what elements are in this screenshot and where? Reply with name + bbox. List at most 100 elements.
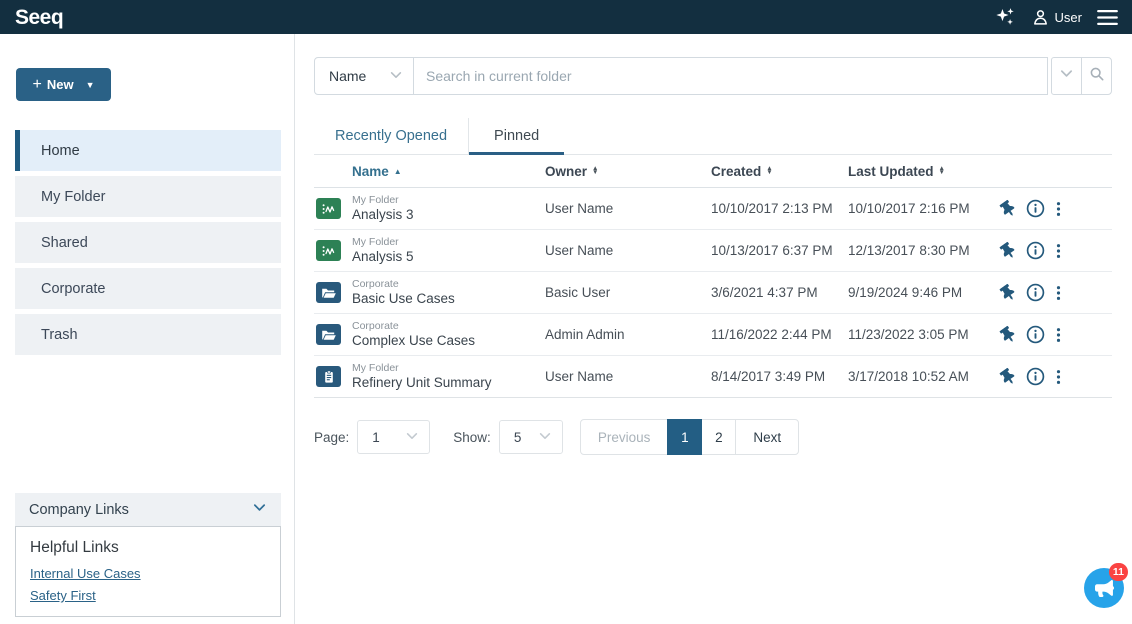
- ai-sparkles-icon[interactable]: [994, 6, 1016, 28]
- link-internal-use-cases[interactable]: Internal Use Cases: [30, 566, 266, 581]
- sort-icon: ▲▼: [592, 167, 598, 176]
- company-links-section: Company Links Helpful Links Internal Use…: [15, 493, 281, 617]
- previous-page-button[interactable]: Previous: [580, 419, 669, 455]
- chevron-down-icon: [538, 429, 552, 446]
- kebab-menu-icon[interactable]: [1056, 327, 1061, 343]
- kebab-menu-icon[interactable]: [1056, 201, 1061, 217]
- column-header-name[interactable]: Name ▲: [352, 164, 545, 179]
- row-created: 10/13/2017 6:37 PM: [711, 243, 848, 258]
- info-icon[interactable]: [1026, 367, 1045, 386]
- table-row[interactable]: My FolderAnalysis 3 User Name 10/10/2017…: [314, 188, 1112, 230]
- pin-icon[interactable]: [998, 324, 1019, 345]
- company-links-panel: Helpful Links Internal Use Cases Safety …: [15, 526, 281, 617]
- search-button[interactable]: [1081, 57, 1112, 95]
- table-row[interactable]: My FolderAnalysis 5 User Name 10/13/2017…: [314, 230, 1112, 272]
- sidebar-item-my-folder[interactable]: My Folder: [15, 176, 281, 217]
- search-input[interactable]: [414, 57, 1048, 95]
- sidebar-item-shared[interactable]: Shared: [15, 222, 281, 263]
- new-button-label: New: [47, 77, 74, 92]
- row-folder-label: My Folder: [352, 194, 545, 207]
- folder-icon: [316, 282, 341, 303]
- row-name-link[interactable]: Analysis 3: [352, 207, 545, 224]
- info-icon[interactable]: [1026, 241, 1045, 260]
- notification-count-badge: 11: [1109, 563, 1128, 581]
- row-updated: 10/10/2017 2:16 PM: [848, 201, 989, 216]
- row-name-link[interactable]: Complex Use Cases: [352, 333, 545, 350]
- sidebar-item-home[interactable]: Home: [15, 130, 281, 171]
- row-owner: User Name: [545, 243, 711, 258]
- sidebar-item-label: Home: [41, 143, 80, 159]
- hamburger-menu-icon[interactable]: [1097, 9, 1118, 26]
- page-label: Page:: [314, 430, 349, 445]
- pin-icon[interactable]: [998, 366, 1019, 387]
- pinned-items-table: Name ▲ Owner ▲▼ Created ▲▼ Last Updated …: [314, 155, 1112, 398]
- show-label: Show:: [453, 430, 491, 445]
- info-icon[interactable]: [1026, 325, 1045, 344]
- row-name-link[interactable]: Basic Use Cases: [352, 291, 545, 308]
- row-name-link[interactable]: Refinery Unit Summary: [352, 375, 545, 392]
- caret-down-icon[interactable]: ▼: [86, 80, 95, 90]
- main-content: Name Recently Opened Pinned Name ▲ Owner: [295, 34, 1132, 624]
- topic-icon: [316, 366, 341, 387]
- pin-icon[interactable]: [998, 282, 1019, 303]
- pin-icon[interactable]: [998, 198, 1019, 219]
- table-row[interactable]: My FolderRefinery Unit Summary User Name…: [314, 356, 1112, 398]
- row-created: 11/16/2022 2:44 PM: [711, 327, 848, 342]
- row-owner: User Name: [545, 201, 711, 216]
- notifications-button[interactable]: 11: [1084, 568, 1124, 608]
- tab-label: Recently Opened: [335, 128, 447, 144]
- row-updated: 12/13/2017 8:30 PM: [848, 243, 989, 258]
- sidebar-item-label: Shared: [41, 235, 88, 251]
- table-row[interactable]: CorporateBasic Use Cases Basic User 3/6/…: [314, 272, 1112, 314]
- info-icon[interactable]: [1026, 283, 1045, 302]
- sort-icon: ▲▼: [766, 167, 772, 176]
- row-updated: 11/23/2022 3:05 PM: [848, 327, 989, 342]
- chevron-down-icon: [252, 500, 267, 519]
- search-bar: Name: [314, 57, 1112, 95]
- tab-recently-opened[interactable]: Recently Opened: [314, 118, 468, 154]
- pagination-bar: Page: 1 Show: 5 Previous 1 2 Next: [314, 419, 1112, 455]
- row-owner: Admin Admin: [545, 327, 711, 342]
- column-header-last-updated[interactable]: Last Updated ▲▼: [848, 164, 989, 179]
- page-select[interactable]: 1: [357, 420, 430, 454]
- column-header-created[interactable]: Created ▲▼: [711, 164, 848, 179]
- sidebar-item-corporate[interactable]: Corporate: [15, 268, 281, 309]
- search-icon: [1089, 66, 1105, 87]
- column-header-owner[interactable]: Owner ▲▼: [545, 164, 711, 179]
- row-folder-label: My Folder: [352, 362, 545, 375]
- page-button-group: Previous 1 2 Next: [580, 419, 799, 455]
- helpful-links-heading: Helpful Links: [30, 539, 266, 557]
- kebab-menu-icon[interactable]: [1056, 369, 1061, 385]
- row-created: 10/10/2017 2:13 PM: [711, 201, 848, 216]
- user-menu[interactable]: User: [1031, 8, 1082, 27]
- table-header-row: Name ▲ Owner ▲▼ Created ▲▼ Last Updated …: [314, 155, 1112, 188]
- page-2-button[interactable]: 2: [701, 419, 736, 455]
- user-icon: [1031, 8, 1050, 27]
- search-options-button[interactable]: [1051, 57, 1082, 95]
- seeq-logo[interactable]: Seeq: [15, 7, 63, 28]
- sidebar-item-trash[interactable]: Trash: [15, 314, 281, 355]
- sidebar-item-label: Corporate: [41, 281, 105, 297]
- tab-pinned[interactable]: Pinned: [468, 118, 564, 154]
- row-name-link[interactable]: Analysis 5: [352, 249, 545, 266]
- link-safety-first[interactable]: Safety First: [30, 588, 266, 603]
- analysis-icon: [316, 240, 341, 261]
- tab-label: Pinned: [494, 128, 539, 144]
- company-links-header[interactable]: Company Links: [15, 493, 281, 526]
- pin-icon[interactable]: [998, 240, 1019, 261]
- row-folder-label: Corporate: [352, 278, 545, 291]
- new-button[interactable]: + New ▼: [16, 68, 111, 101]
- show-select[interactable]: 5: [499, 420, 563, 454]
- table-row[interactable]: CorporateComplex Use Cases Admin Admin 1…: [314, 314, 1112, 356]
- next-page-button[interactable]: Next: [735, 419, 799, 455]
- sort-ascending-icon: ▲: [394, 167, 402, 176]
- kebab-menu-icon[interactable]: [1056, 285, 1061, 301]
- row-updated: 3/17/2018 10:52 AM: [848, 369, 989, 384]
- info-icon[interactable]: [1026, 199, 1045, 218]
- page-1-button[interactable]: 1: [667, 419, 702, 455]
- kebab-menu-icon[interactable]: [1056, 243, 1061, 259]
- row-owner: Basic User: [545, 285, 711, 300]
- sidebar: + New ▼ Home My Folder Shared Corporate …: [0, 34, 295, 624]
- top-header-bar: Seeq User: [0, 0, 1132, 34]
- search-filter-select[interactable]: Name: [314, 57, 414, 95]
